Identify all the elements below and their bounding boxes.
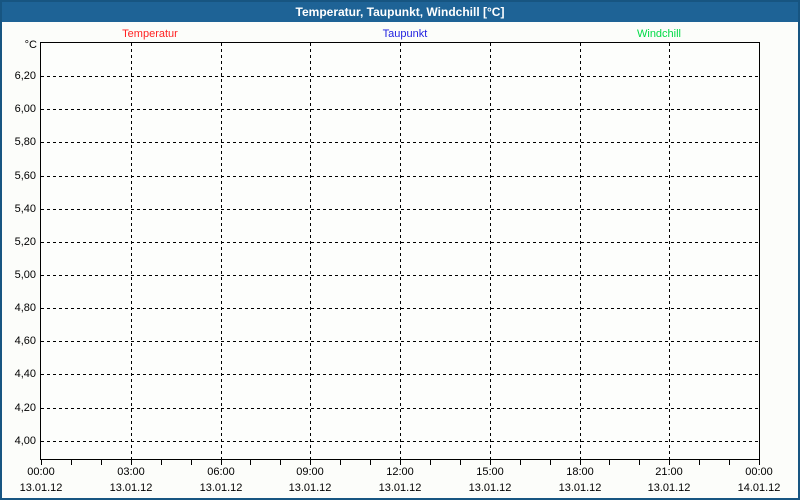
x-axis-date-label: 13.01.12: [91, 482, 171, 494]
y-axis-tick-label: 6,00: [2, 102, 36, 116]
window-title: Temperatur, Taupunkt, Windchill [°C]: [2, 2, 798, 22]
y-axis-tick-label: 5,20: [2, 235, 36, 249]
legend-item-taupunkt: Taupunkt: [383, 28, 428, 40]
y-axis-unit-label: °C: [2, 39, 37, 51]
x-axis-tick-mark: [729, 460, 730, 465]
x-axis-tick-mark: [699, 460, 700, 465]
x-axis-time-label: 15:00: [450, 466, 530, 478]
x-axis-date-label: 13.01.12: [1, 482, 81, 494]
x-axis-tick-mark: [310, 460, 311, 465]
x-axis-tick-mark: [370, 460, 371, 465]
x-axis-tick-mark: [41, 460, 42, 465]
x-axis-tick-mark: [759, 460, 760, 465]
x-axis-tick-mark: [340, 460, 341, 465]
gridline-vertical: [400, 43, 401, 459]
y-axis-tick-label: 4,00: [2, 434, 36, 448]
x-axis-tick-mark: [221, 460, 222, 465]
legend-item-windchill: Windchill: [637, 28, 681, 40]
plot-area: [40, 42, 760, 460]
x-axis-tick-mark: [71, 460, 72, 465]
y-axis-tick-label: 6,20: [2, 69, 36, 83]
x-axis-tick-mark: [400, 460, 401, 465]
chart-window: Temperatur, Taupunkt, Windchill [°C] Tem…: [0, 0, 800, 500]
x-axis-tick-mark: [280, 460, 281, 465]
y-axis-tick-label: 4,20: [2, 401, 36, 415]
x-axis-tick-mark: [520, 460, 521, 465]
gridline-vertical: [490, 43, 491, 459]
y-axis-tick-label: 4,80: [2, 301, 36, 315]
gridline-vertical: [580, 43, 581, 459]
x-axis-time-label: 09:00: [270, 466, 350, 478]
y-axis-tick-label: 4,40: [2, 367, 36, 381]
gridline-vertical: [669, 43, 670, 459]
x-axis-time-label: 00:00: [1, 466, 81, 478]
x-axis-tick-mark: [669, 460, 670, 465]
gridline-vertical: [221, 43, 222, 459]
y-axis-tick-label: 5,00: [2, 268, 36, 282]
chart-legend: Temperatur Taupunkt Windchill: [2, 24, 798, 40]
x-axis-tick-mark: [131, 460, 132, 465]
x-axis-tick-mark: [490, 460, 491, 465]
x-axis-tick-mark: [430, 460, 431, 465]
legend-item-temperatur: Temperatur: [122, 28, 178, 40]
x-axis-time-label: 00:00: [719, 466, 799, 478]
x-axis-date-label: 13.01.12: [540, 482, 620, 494]
y-axis-tick-label: 5,40: [2, 202, 36, 216]
x-axis-time-label: 18:00: [540, 466, 620, 478]
x-axis-date-label: 13.01.12: [270, 482, 350, 494]
x-axis-time-label: 06:00: [181, 466, 261, 478]
x-axis-tick-mark: [191, 460, 192, 465]
x-axis-tick-mark: [250, 460, 251, 465]
x-axis-tick-mark: [460, 460, 461, 465]
y-axis-tick-label: 4,60: [2, 334, 36, 348]
x-axis-tick-mark: [161, 460, 162, 465]
gridline-vertical: [131, 43, 132, 459]
x-axis-tick-mark: [101, 460, 102, 465]
x-axis-date-label: 13.01.12: [629, 482, 709, 494]
x-axis-time-label: 03:00: [91, 466, 171, 478]
gridline-vertical: [310, 43, 311, 459]
x-axis-time-label: 21:00: [629, 466, 709, 478]
x-axis-tick-mark: [550, 460, 551, 465]
x-axis-date-label: 13.01.12: [181, 482, 261, 494]
x-axis-tick-mark: [609, 460, 610, 465]
x-axis-date-label: 14.01.12: [719, 482, 799, 494]
x-axis-tick-mark: [639, 460, 640, 465]
x-axis-date-label: 13.01.12: [450, 482, 530, 494]
y-axis-tick-label: 5,80: [2, 135, 36, 149]
x-axis-date-label: 13.01.12: [360, 482, 440, 494]
y-axis-tick-label: 5,60: [2, 169, 36, 183]
x-axis-tick-mark: [580, 460, 581, 465]
x-axis-time-label: 12:00: [360, 466, 440, 478]
